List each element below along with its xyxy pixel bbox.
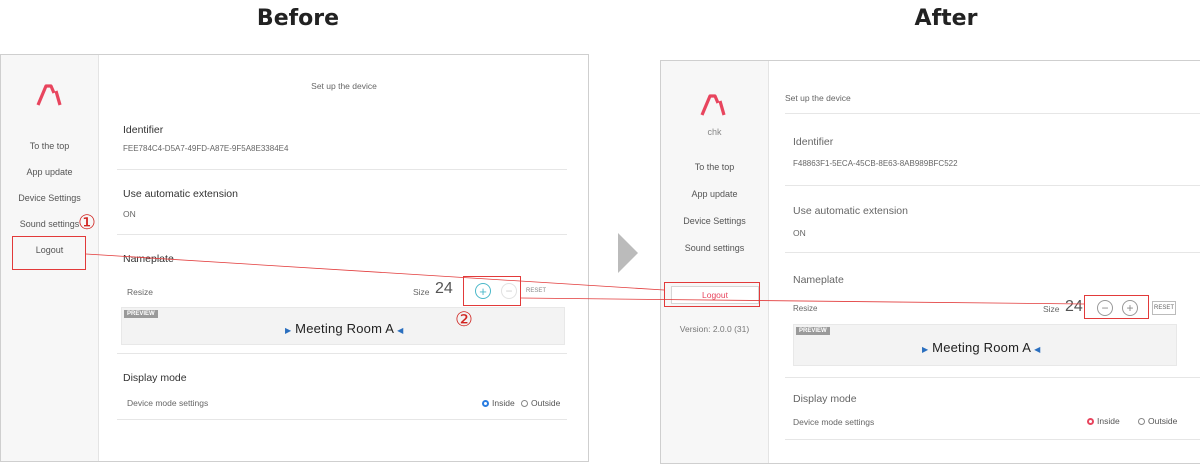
connector-size-buttons: [520, 297, 1085, 305]
connector-logout: [85, 253, 665, 291]
annotation-connectors: [85, 253, 1085, 305]
